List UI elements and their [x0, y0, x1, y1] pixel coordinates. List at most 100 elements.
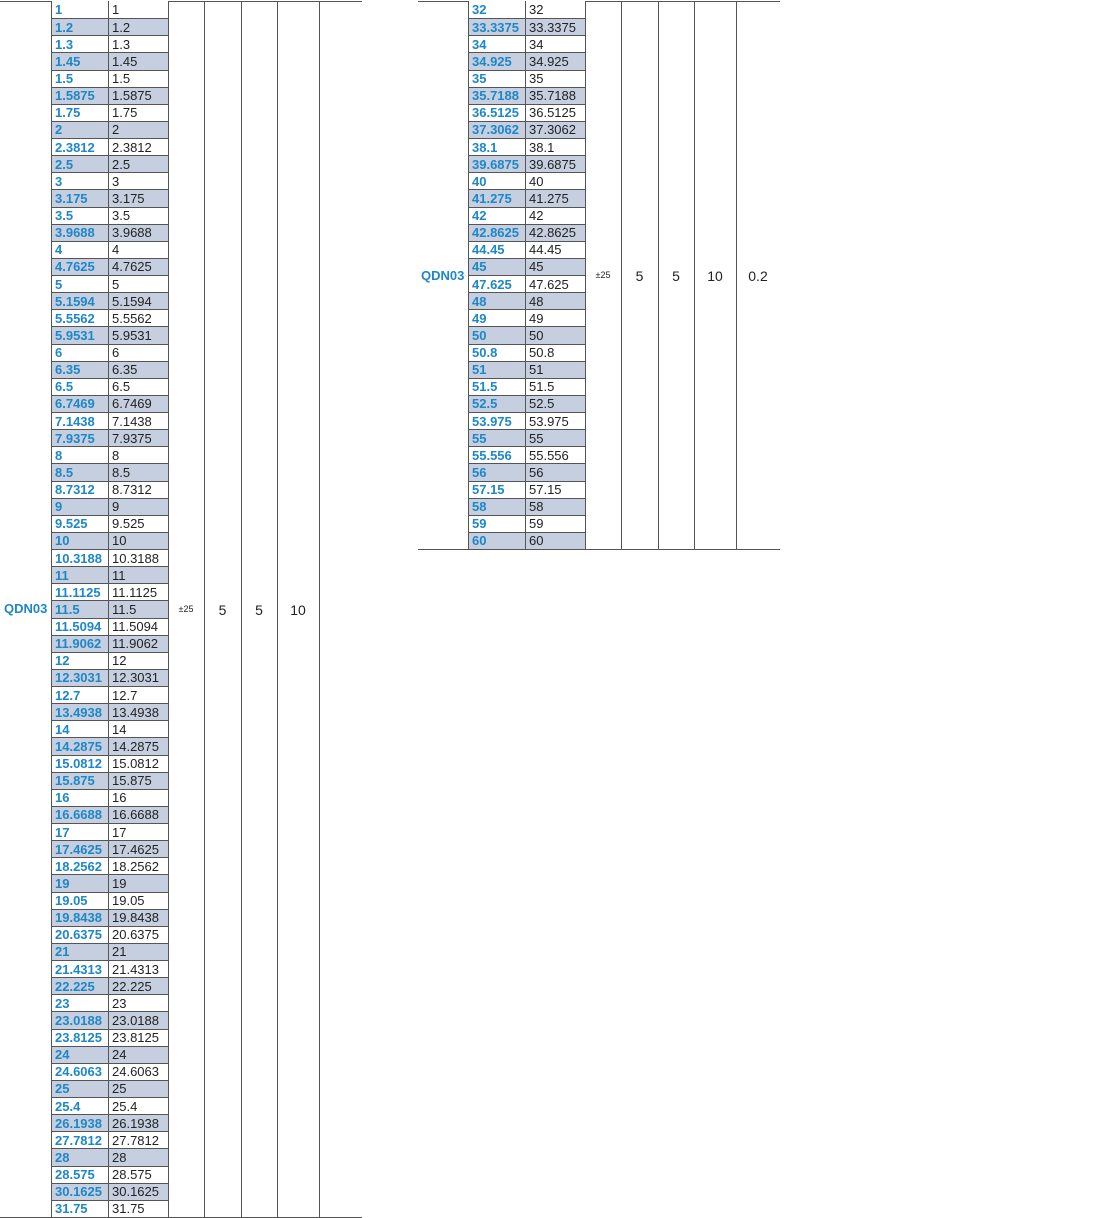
- table-row: 50.8 50.8: [468, 343, 585, 361]
- table-row: 44: [51, 240, 168, 258]
- table-row: 35 35: [468, 69, 585, 87]
- table-row: 3.175 3.175: [51, 189, 168, 207]
- dimension-value: 5: [218, 602, 227, 618]
- size-value-cell: 27.7812: [109, 1131, 168, 1148]
- size-value-cell: 9.525: [109, 514, 168, 532]
- size-value-cell: 17: [109, 823, 168, 840]
- size-code-cell: 19.8438: [51, 908, 109, 926]
- size-value-cell: 18.2562: [109, 857, 168, 874]
- size-value-cell: 58: [526, 497, 585, 515]
- size-code-cell: 37.3062: [468, 120, 526, 138]
- size-list: 32 32 33.3375 33.3375 34 34 34.925 34.925 35 35 35…: [468, 1, 585, 549]
- size-value-cell: 15.0812: [109, 754, 168, 772]
- size-value-cell: 12: [109, 651, 168, 669]
- table-row: 36.5125 36.5125: [468, 103, 585, 121]
- size-code-cell: 59: [468, 514, 526, 532]
- size-value-cell: 57.15: [526, 480, 585, 498]
- size-code-cell: 60: [468, 531, 526, 549]
- size-value-cell: 32: [529, 2, 544, 18]
- size-code-cell: 3.5: [51, 206, 109, 224]
- table-row: 57.15 57.15: [468, 480, 585, 498]
- size-value-cell: 38.1: [526, 138, 585, 155]
- dimension-value: 10: [707, 268, 723, 284]
- size-code-cell: 13.4938: [51, 703, 109, 721]
- size-value-cell: 60: [526, 531, 585, 549]
- size-code-cell: 42.8625: [468, 223, 526, 241]
- size-code-cell: 3.175: [51, 189, 109, 207]
- size-value-cell: 44.45: [526, 240, 585, 258]
- size-value-cell: 16: [109, 788, 168, 806]
- size-value-cell: 53.975: [526, 412, 585, 429]
- table-row: 1.3 1.3: [51, 35, 168, 53]
- size-code-cell: 25.4: [51, 1097, 109, 1115]
- size-code-cell: 51: [468, 360, 526, 378]
- table-row: 34 34: [468, 35, 585, 53]
- size-code-cell: 1.75: [51, 103, 109, 121]
- size-value-cell: 17.4625: [109, 840, 168, 858]
- table-row: 8.5 8.5: [51, 463, 168, 481]
- size-value-cell: 6.35: [109, 360, 168, 378]
- size-value-cell: 3.5: [109, 206, 168, 224]
- table-row: 39.6875 39.6875: [468, 155, 585, 173]
- table-row: 31.75 31.75: [51, 1199, 168, 1217]
- size-value-cell: 11.9062: [109, 634, 168, 652]
- table-row: 60 60: [468, 531, 585, 549]
- size-value-cell: 9: [109, 497, 168, 515]
- size-code-cell: 11.1125: [51, 583, 109, 601]
- table-row: 44.45 44.45: [468, 240, 585, 258]
- table-row: 1.45 1.45: [51, 52, 168, 70]
- table-row: 28.575 28.575: [51, 1165, 168, 1183]
- size-code-cell: 19.05: [51, 891, 109, 909]
- size-value-cell: 1.2: [109, 18, 168, 36]
- table-row: 25.4 25.4: [51, 1097, 168, 1115]
- table-row: 47.625 47.625: [468, 275, 585, 293]
- size-value-cell: 49: [526, 309, 585, 326]
- size-code-cell: 30.1625: [51, 1182, 109, 1200]
- table-row: 33.3375 33.3375: [468, 18, 585, 36]
- size-code-cell: 33.3375: [468, 18, 526, 36]
- size-code-cell: 20.6375: [51, 925, 109, 943]
- size-value-cell: 20.6375: [109, 925, 168, 943]
- size-value-cell: 12.3031: [109, 668, 168, 686]
- table-row: 12.3031 12.3031: [51, 668, 168, 686]
- size-code-cell: 7.9375: [51, 429, 109, 447]
- table-row: 42 42: [468, 206, 585, 224]
- size-value-cell: 1.3: [109, 35, 168, 52]
- size-value-cell: 5.5562: [109, 309, 168, 326]
- size-value-cell: 2: [109, 120, 168, 138]
- size-code-cell: 28.575: [51, 1165, 109, 1183]
- size-code-cell: 50: [468, 326, 526, 344]
- size-value-cell: 41.275: [526, 189, 585, 207]
- table-row: 34.925 34.925: [468, 52, 585, 70]
- size-value-cell: 59: [526, 514, 585, 532]
- size-code-cell: 41.275: [468, 189, 526, 207]
- size-value-cell: 39.6875: [526, 155, 585, 173]
- size-code-cell: 11: [51, 566, 109, 584]
- table-row: 45 45: [468, 257, 585, 275]
- size-value-cell: 21.4313: [109, 960, 168, 977]
- size-code-cell: 10: [51, 531, 109, 549]
- size-code-cell: 2: [51, 120, 109, 138]
- table-row: 50 50: [468, 326, 585, 344]
- table-row: 11.5 11.5: [51, 600, 168, 618]
- size-value-cell: 25.4: [109, 1097, 168, 1114]
- size-code-cell: 1.5875: [51, 86, 109, 104]
- table-row: 51.5 51.5: [468, 377, 585, 395]
- size-code-cell: 8.5: [51, 463, 109, 481]
- size-code-cell: 5.1594: [51, 292, 109, 310]
- size-value-cell: 11.5: [109, 600, 168, 618]
- table-row: 52.5 52.5: [468, 394, 585, 412]
- size-code-cell: 1.5: [51, 69, 109, 87]
- size-value-cell: 35.7188: [526, 86, 585, 104]
- table-row: 24 24: [51, 1045, 168, 1063]
- size-code-cell: 11.5094: [51, 617, 109, 635]
- size-code-cell: 23: [51, 994, 109, 1012]
- size-code-cell: 6.7469: [51, 394, 109, 412]
- size-value-cell: 19: [109, 874, 168, 892]
- dimension-value: 10: [290, 602, 306, 618]
- table-row: 37.3062 37.3062: [468, 120, 585, 138]
- size-code-cell: 11.5: [51, 600, 109, 618]
- table-row: 13.4938 13.4938: [51, 703, 168, 721]
- model-label: QDN03: [421, 268, 465, 283]
- size-code-cell: 6.5: [51, 377, 109, 395]
